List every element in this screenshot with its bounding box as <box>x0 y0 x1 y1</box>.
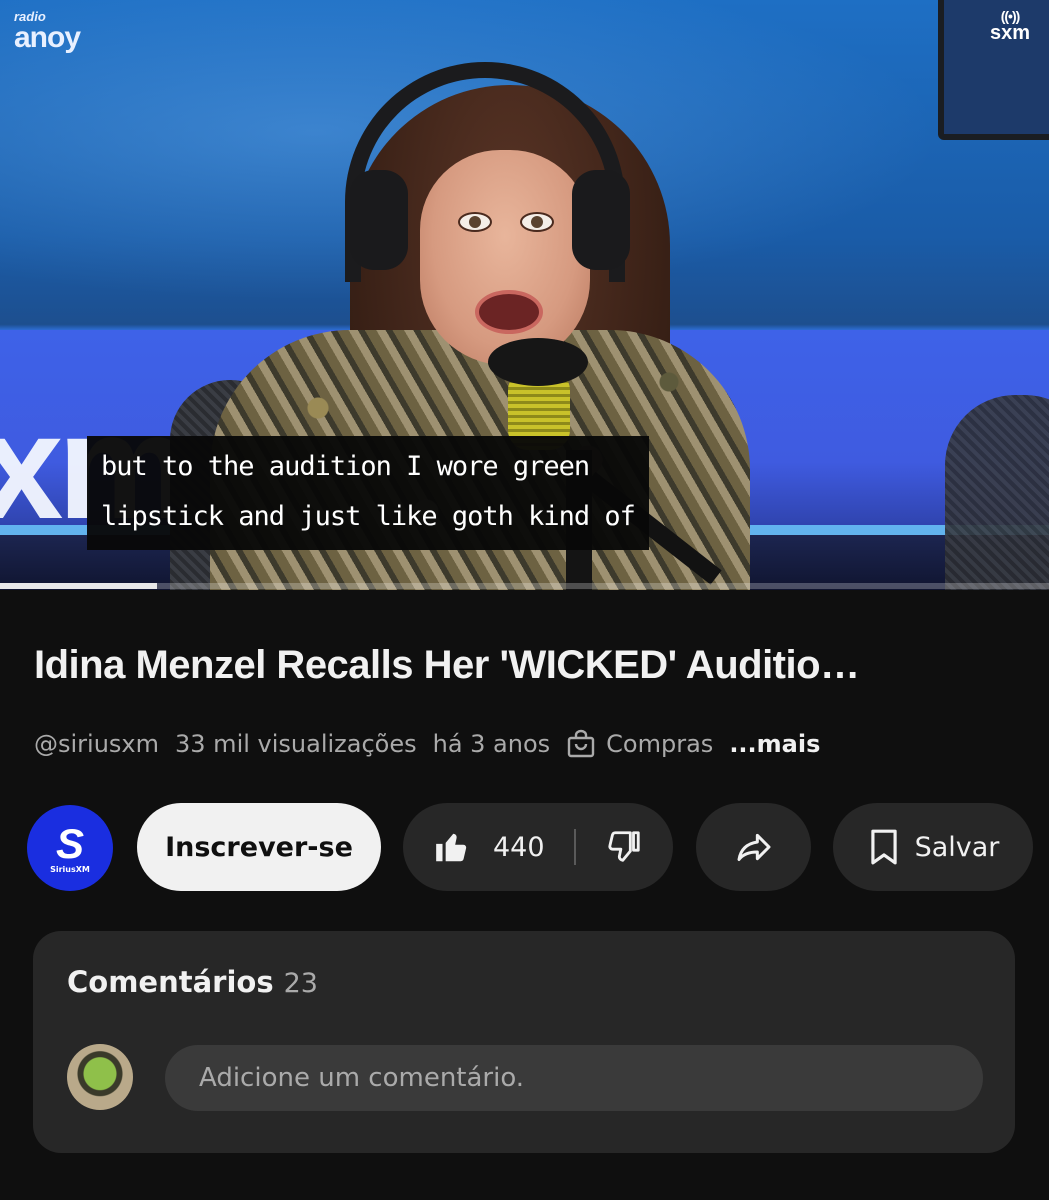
subtitle-line-1: but to the audition I wore green <box>101 451 590 482</box>
video-meta[interactable]: @siriusxm 33 mil visualizações há 3 anos… <box>34 724 820 764</box>
station-logo-main: anoy <box>14 21 81 54</box>
bookmark-icon <box>867 828 901 866</box>
video-player[interactable]: xm radio anoy ((•)) sxm but to the audit… <box>0 0 1049 590</box>
studio-chair-right <box>945 395 1049 590</box>
comment-input[interactable]: Adicione um comentário. <box>165 1045 983 1111</box>
headphones-cup-left <box>350 170 408 270</box>
more-link[interactable]: ...mais <box>729 730 820 758</box>
video-progress-fill <box>0 583 158 589</box>
comments-title: Comentários <box>67 965 274 999</box>
video-title[interactable]: Idina Menzel Recalls Her 'WICKED' Auditi… <box>34 643 1024 688</box>
channel-handle[interactable]: @siriusxm <box>34 730 159 758</box>
like-button[interactable]: 440 <box>433 828 545 866</box>
microphone-top <box>488 338 588 386</box>
comments-count: 23 <box>283 968 318 999</box>
channel-avatar-text: SiriusXM <box>50 864 90 874</box>
shopping-link[interactable]: Compras <box>606 730 713 758</box>
action-row: S SiriusXM Inscrever-se 440 Salvar <box>0 803 1049 893</box>
save-button[interactable]: Salvar <box>833 803 1033 891</box>
video-progress-bar[interactable] <box>0 583 1049 589</box>
like-count: 440 <box>493 831 545 863</box>
comment-input-placeholder: Adicione um comentário. <box>199 1063 525 1093</box>
sxm-logo-text: sxm <box>989 22 1031 44</box>
sxm-corner-logo: ((•)) sxm <box>978 8 1042 45</box>
comments-header: Comentários 23 <box>67 965 318 999</box>
shopping-bag-icon <box>566 729 596 759</box>
share-arrow-icon <box>734 827 774 867</box>
sxm-wave-icon: ((•)) <box>1000 8 1021 24</box>
thumbs-down-icon[interactable] <box>605 828 643 866</box>
headphones-cup-right <box>572 170 630 270</box>
channel-avatar-letter: S <box>55 819 84 867</box>
like-dislike-group: 440 <box>403 803 673 891</box>
view-count: 33 mil visualizações <box>175 730 417 758</box>
subtitle-line-2: lipstick and just like goth kind of <box>101 501 636 532</box>
subscribe-button[interactable]: Inscrever-se <box>137 803 381 891</box>
channel-avatar[interactable]: S SiriusXM <box>27 805 113 891</box>
share-button[interactable] <box>696 803 811 891</box>
station-logo: radio anoy <box>14 10 81 54</box>
upload-age: há 3 anos <box>432 730 551 758</box>
thumbs-up-filled-icon <box>433 828 471 866</box>
save-label: Salvar <box>914 831 1000 863</box>
comments-panel[interactable]: Comentários 23 Adicione um comentário. <box>33 931 1015 1153</box>
guest-mouth <box>475 290 543 334</box>
subtitle-box: but to the audition I wore green lipstic… <box>87 436 649 550</box>
user-avatar <box>67 1044 133 1110</box>
like-divider <box>573 829 576 865</box>
